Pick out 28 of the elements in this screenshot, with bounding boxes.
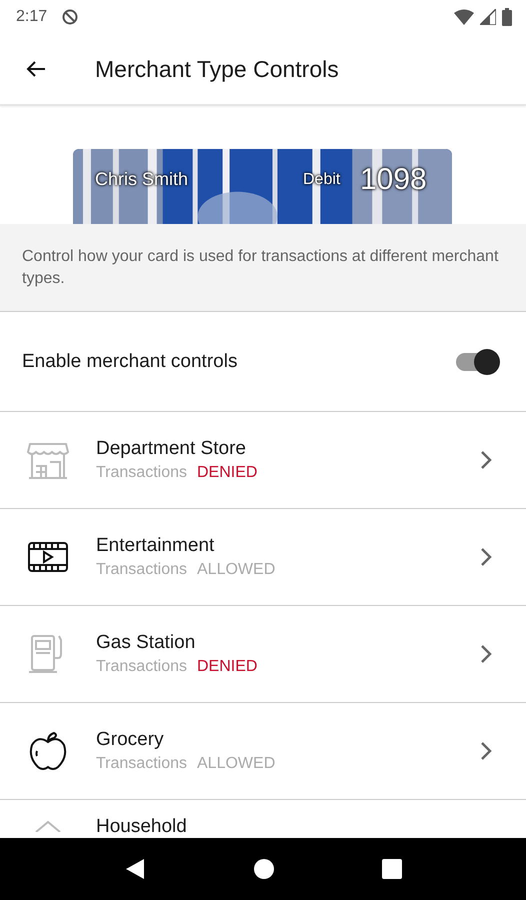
merchant-name: Department Store	[96, 438, 247, 460]
description-text: Control how your card is used for transactions at different merchant types.	[22, 246, 500, 288]
merchant-name: Grocery	[96, 729, 165, 751]
status-time: 2:17	[16, 8, 48, 26]
chevron-right-icon[interactable]	[480, 450, 492, 470]
chevron-right-icon[interactable]	[480, 547, 492, 567]
back-nav-icon[interactable]	[124, 857, 146, 881]
merchant-name: Gas Station	[96, 632, 196, 654]
home-nav-icon[interactable]	[252, 858, 275, 880]
wifi-icon	[454, 9, 474, 25]
transaction-status: ALLOWED	[197, 755, 276, 773]
toggle-switch[interactable]	[454, 348, 500, 374]
transaction-status: DENIED	[197, 464, 258, 482]
screen-title: Merchant Type Controls	[95, 56, 339, 82]
transactions-label: Transactions	[96, 658, 187, 676]
chevron-right-icon[interactable]	[480, 644, 492, 664]
chevron-right-icon[interactable]	[480, 741, 492, 761]
transactions-label: Transactions	[96, 464, 187, 482]
transaction-status: DENIED	[197, 658, 258, 676]
transactions-label: Transactions	[96, 755, 187, 773]
recents-nav-icon[interactable]	[382, 859, 402, 879]
merchant-name: Household	[96, 816, 188, 838]
toggle-label: Enable merchant controls	[22, 350, 238, 372]
merchant-name: Entertainment	[96, 535, 216, 557]
transaction-status: ALLOWED	[197, 561, 276, 579]
signal-icon	[480, 9, 496, 25]
battery-icon	[502, 8, 512, 26]
transactions-label: Transactions	[96, 561, 187, 579]
